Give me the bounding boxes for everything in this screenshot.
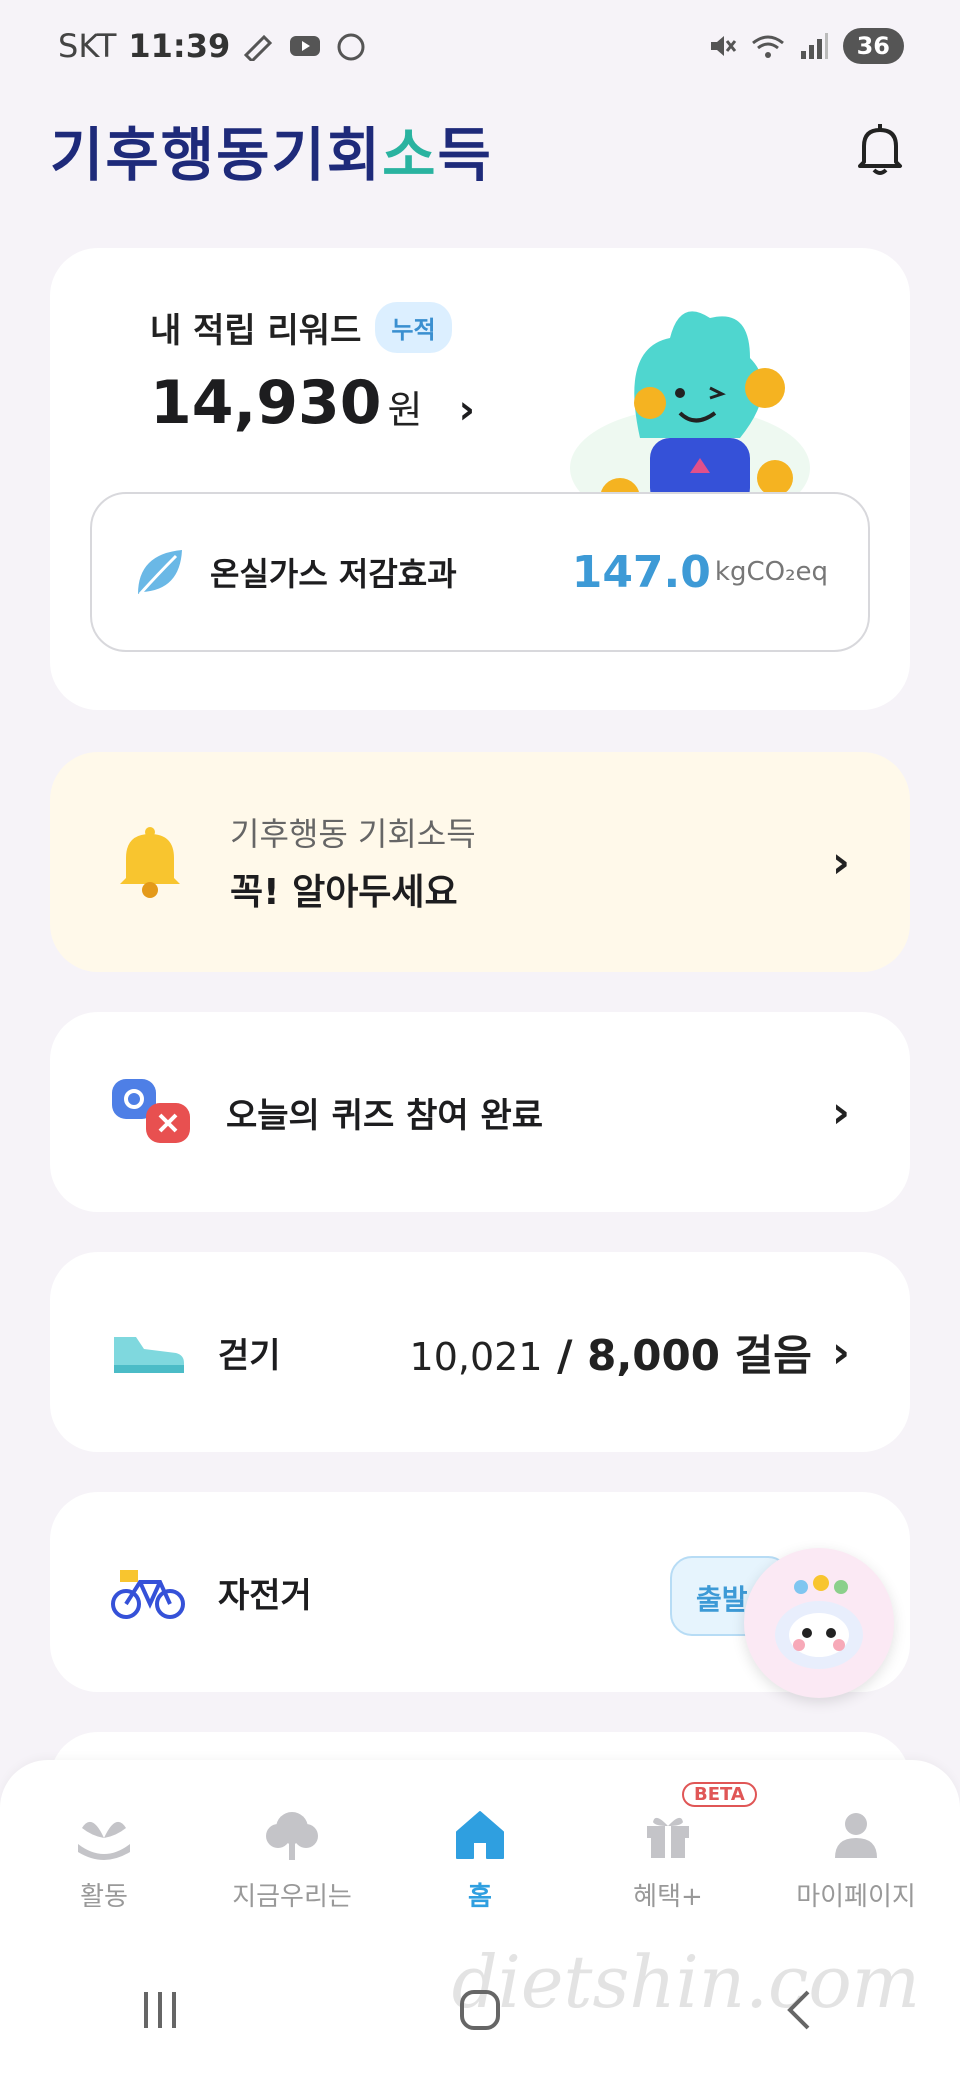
bicycle-icon (111, 1570, 185, 1619)
walk-progress: 10,021 / 8,000 걸음 (410, 1322, 812, 1383)
notice-card[interactable]: 기후행동 기회소득 꼭! 알아두세요 › (50, 752, 910, 972)
bell-illustration-icon (120, 827, 180, 898)
walk-label: 걷기 (218, 1335, 281, 1376)
notice-subtitle: 기후행동 기회소득 (230, 815, 476, 853)
nav-label-now-we: 지금우리는 (232, 1882, 352, 1912)
nav-item-activity[interactable]: 활동 (10, 1808, 198, 1913)
reward-title-row: 내 적립 리워드 누적 (150, 302, 452, 353)
nav-label-activity: 활동 (80, 1882, 128, 1912)
back-icon[interactable] (778, 1988, 822, 2032)
walk-card[interactable]: 걷기 10,021 / 8,000 걸음 › (50, 1252, 910, 1452)
home-icon (456, 1811, 504, 1859)
mute-icon (710, 36, 736, 56)
floating-assistant-button[interactable] (744, 1548, 894, 1698)
ghg-reduction-box: 온실가스 저감효과 147.0 kgCO₂eq (90, 492, 870, 652)
notice-title: 꼭! 알아두세요 (230, 872, 458, 913)
nav-item-mypage[interactable]: 마이페이지 (762, 1808, 950, 1913)
quiz-chevron-icon: › (831, 1086, 850, 1138)
nav-label-home: 홈 (468, 1882, 492, 1912)
status-left: SKT 11:39 (58, 27, 368, 65)
cumulative-tag: 누적 (375, 302, 452, 353)
nav-item-home[interactable]: 홈 (386, 1808, 574, 1913)
tree-icon (266, 1812, 318, 1860)
logo-suffix: 득 (437, 121, 493, 189)
app-logo: 기후행동기회소득 (50, 108, 493, 192)
nav-label-benefits: 혜택+ (633, 1882, 703, 1912)
logo-prefix: 기후행동기회 (50, 121, 383, 189)
reward-amount-row[interactable]: 14,930 원 › (150, 368, 475, 438)
reward-amount: 14,930 (150, 368, 382, 438)
walk-current: 10,021 (409, 1334, 543, 1379)
logo-accent: 소 (382, 121, 438, 189)
app-header: 기후행동기회소득 (0, 100, 960, 200)
assistant-mascot-icon (775, 1575, 863, 1669)
ghg-label: 온실가스 저감효과 (210, 555, 457, 593)
quiz-label: 오늘의 퀴즈 참여 완료 (226, 1095, 544, 1136)
nav-items: 활동 지금우리는 홈 BETA 혜택+ 마이페이지 (0, 1782, 960, 1913)
walk-chevron-icon: › (831, 1326, 850, 1378)
quiz-card[interactable]: 오늘의 퀴즈 참여 완료 › (50, 1012, 910, 1212)
notice-text: 기후행동 기회소득 꼭! 알아두세요 (230, 809, 832, 915)
person-icon (835, 1813, 877, 1858)
beta-badge: BETA (682, 1782, 757, 1807)
reward-chevron-icon[interactable]: › (459, 387, 475, 433)
reward-card[interactable]: 내 적립 리워드 누적 14,930 원 › 온실가스 저감효과 147.0 k… (50, 248, 910, 710)
sprout-hand-icon (78, 1821, 130, 1860)
wifi-icon (751, 35, 784, 58)
notice-chevron-icon: › (831, 836, 850, 888)
reward-title: 내 적립 리워드 (150, 311, 362, 351)
gift-icon (647, 1817, 689, 1858)
home-button-icon[interactable] (458, 1988, 502, 2032)
bell-icon (858, 124, 902, 175)
status-bar: SKT 11:39 36 (0, 0, 960, 92)
youtube-icon (290, 36, 321, 56)
reward-unit: 원 (387, 388, 423, 432)
pen-icon (244, 34, 273, 61)
system-navigation (0, 1988, 960, 2032)
carrier: SKT (58, 27, 117, 65)
battery-indicator: 36 (842, 28, 904, 64)
status-right: 36 (707, 28, 904, 64)
notifications-button[interactable] (850, 120, 910, 180)
walk-goal: 8,000 걸음 (587, 1330, 812, 1380)
walk-separator: / (542, 1330, 588, 1380)
ghg-unit: kgCO₂eq (714, 557, 828, 587)
ghg-value: 147.0 (571, 546, 711, 598)
nav-label-mypage: 마이페이지 (796, 1882, 916, 1912)
leaf-icon (138, 550, 182, 596)
clock: 11:39 (128, 27, 231, 65)
bottom-navigation: 활동 지금우리는 홈 BETA 혜택+ 마이페이지 dietshin.com (0, 1760, 960, 2080)
signal-icon (800, 33, 828, 59)
quiz-ox-icon (112, 1079, 190, 1143)
shoe-icon (114, 1337, 184, 1373)
nav-item-now-we[interactable]: 지금우리는 (198, 1808, 386, 1913)
recent-apps-icon[interactable] (138, 1990, 182, 2030)
nav-item-benefits[interactable]: BETA 혜택+ (574, 1782, 762, 1913)
app-notification-icon (337, 33, 365, 61)
